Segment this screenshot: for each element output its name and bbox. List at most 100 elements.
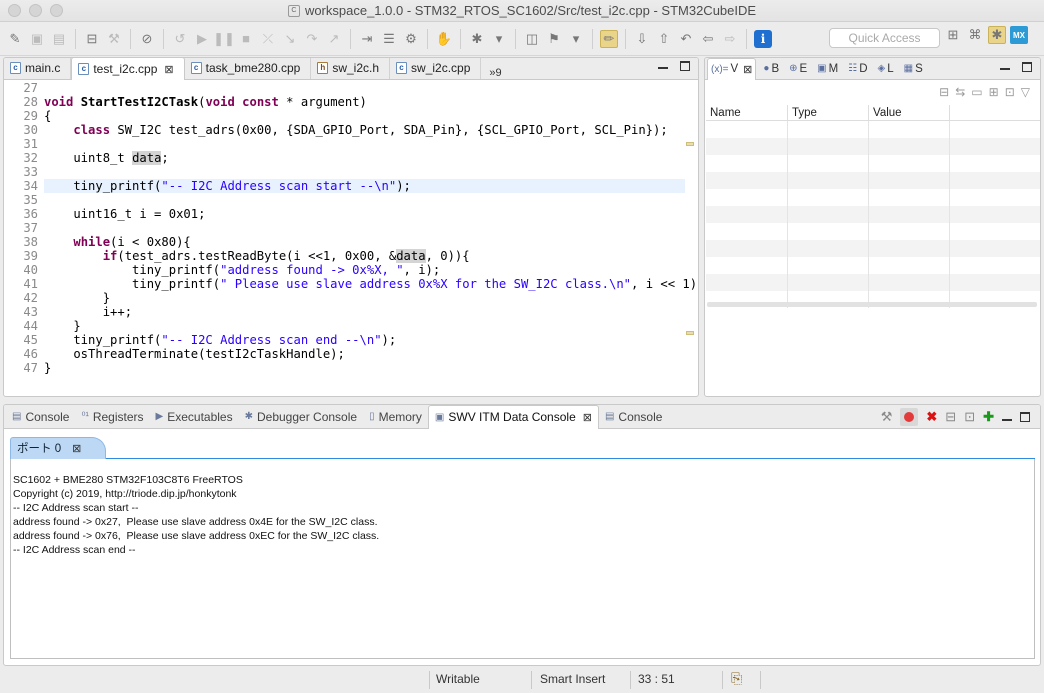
export-icon[interactable]: ⊟ [945,409,956,425]
maximize-icon[interactable] [1020,412,1030,422]
port-tab[interactable]: ポート 0 ⊠ [10,437,107,459]
close-icon[interactable]: ⊠ [743,63,752,76]
editor-tab-sw-i2c-h[interactable]: h sw_i2c.h [311,58,391,79]
cubemx-perspective-icon[interactable]: MX [1010,26,1028,44]
minimize-window-button[interactable] [29,4,42,17]
external-tools-dropdown-icon[interactable]: ▾ [567,30,585,48]
step-return-icon[interactable]: ↗ [325,30,343,48]
start-stop-trace-button[interactable] [900,408,919,426]
tab-console-2[interactable]: ▤ Console [599,405,668,429]
tab-overflow-button[interactable]: »9 [481,67,501,79]
binary-icon[interactable]: ⊟ [83,30,101,48]
line-number: 34 [23,179,38,193]
clear-icon[interactable]: ✖ [926,409,937,425]
step-over-icon[interactable]: ↷ [303,30,321,48]
save-icon[interactable]: ▣ [28,30,46,48]
open-perspective-icon[interactable]: ⊞ [944,26,962,44]
tab-disassembly[interactable]: ☷ D [845,63,870,75]
minimize-icon[interactable] [658,67,668,69]
tab-label: Memory [378,409,422,424]
instruction-step-icon[interactable]: ⇥ [358,30,376,48]
hand-icon[interactable]: ✋ [435,30,453,48]
line-number: 46 [23,347,38,361]
back-icon[interactable]: ⇦ [699,30,717,48]
resume-icon[interactable]: ▶ [193,30,211,48]
clipboard-icon[interactable]: ⎘ [731,670,742,687]
tab-executables[interactable]: ▶ Executables [150,405,239,429]
editor-tab-task-bme280[interactable]: c task_bme280.cpp [185,58,312,79]
next-annotation-icon[interactable]: ⇩ [633,30,651,48]
occurrence-marker[interactable] [686,142,694,146]
console-line: address found -> 0x76, Please use slave … [13,530,380,542]
restart-icon[interactable]: ↺ [171,30,189,48]
close-icon[interactable]: ⊠ [164,63,173,76]
tab-debugger-console[interactable]: ✱ Debugger Console [239,405,363,429]
maximize-icon[interactable] [1022,62,1032,72]
tab-sfrs[interactable]: ▦ S [901,63,926,75]
status-insert-mode[interactable]: Smart Insert [540,672,605,686]
itm-console-output[interactable]: SC1602 + BME280 STM32F103C8T6 FreeRTOS C… [10,459,1035,659]
close-icon[interactable]: ⊠ [583,411,592,424]
editor-tab-test-i2c[interactable]: c test_i2c.cpp ⊠ [71,58,185,80]
open-folder-icon[interactable]: ◫ [523,30,541,48]
console-line: -- I2C Address scan end -- [13,544,136,556]
new-icon[interactable]: ✎ [6,30,24,48]
remove-port-icon[interactable]: ⊡ [964,409,975,425]
configure-trace-icon[interactable]: ⚒ [881,409,893,425]
tab-console[interactable]: ▤ Console [6,405,75,429]
tab-registers[interactable]: ⁰¹ Registers [75,405,149,429]
tab-variables[interactable]: (x)= V ⊠ [707,58,757,80]
info-icon[interactable]: i [754,29,772,48]
collapse-icon[interactable]: ⊟ [939,85,949,99]
maximize-icon[interactable] [680,61,690,71]
occurrence-marker[interactable] [686,331,694,335]
tab-modules[interactable]: ▣ M [814,63,841,75]
step-into-icon[interactable]: ↘ [281,30,299,48]
debug-dropdown-icon[interactable]: ▾ [490,30,508,48]
new-view-icon[interactable]: ⊞ [989,85,999,99]
mark-occurrences-icon[interactable]: ✏ [600,29,618,48]
table-header: Name Type Value [706,105,1040,121]
editor-tab-main-c[interactable]: c main.c [4,58,72,79]
add-port-icon[interactable]: ✚ [983,409,994,425]
window-controls [8,4,63,17]
column-header-name[interactable]: Name [706,105,788,120]
suspend-icon[interactable]: ❚❚ [213,30,235,48]
tab-expressions[interactable]: ⊕ E [786,63,810,75]
minimize-icon[interactable] [1000,68,1010,70]
cpp-perspective-icon[interactable]: ⌘ [966,26,984,44]
view-menu-icon[interactable]: ▽ [1021,85,1030,99]
tab-memory[interactable]: ▯ Memory [363,405,428,429]
external-tools-icon[interactable]: ⚑ [545,30,563,48]
reset-icon[interactable]: ⚙ [402,30,420,48]
pin-icon[interactable]: ⊡ [1005,85,1015,99]
show-type-names-icon[interactable]: ⇆ [955,85,965,99]
tab-breakpoints[interactable]: ● B [760,63,782,75]
tab-swv-itm-data-console[interactable]: ▣ SWV ITM Data Console ⊠ [427,405,599,429]
zoom-window-button[interactable] [50,4,63,17]
horizontal-scrollbar[interactable] [707,302,1037,307]
column-header-value[interactable]: Value [869,105,950,120]
list-icon[interactable]: ☰ [380,30,398,48]
terminate-icon[interactable]: ■ [237,30,255,48]
build-icon[interactable]: ⚒ [105,30,123,48]
editor-tab-sw-i2c-cpp[interactable]: c sw_i2c.cpp [390,58,482,79]
last-edit-icon[interactable]: ↶ [677,30,695,48]
quick-access-input[interactable]: Quick Access [829,28,940,48]
debug-icon[interactable]: ✱ [468,30,486,48]
save-all-icon[interactable]: ▤ [50,30,68,48]
close-icon[interactable]: ⊠ [72,439,81,459]
layout-icon[interactable]: ▭ [971,85,982,99]
toolbar-separator [746,28,747,49]
close-window-button[interactable] [8,4,21,17]
column-header-type[interactable]: Type [788,105,869,120]
skip-breakpoints-icon[interactable]: ⊘ [138,30,156,48]
tab-live-expressions[interactable]: ◈ L [875,63,897,75]
minimize-icon[interactable] [1002,419,1012,421]
previous-annotation-icon[interactable]: ⇧ [655,30,673,48]
disconnect-icon[interactable]: ⤫ [259,30,277,48]
forward-icon[interactable]: ⇨ [721,30,739,48]
debug-perspective-icon[interactable]: ✱ [988,26,1006,44]
table-row [706,189,1040,206]
code-area[interactable]: 27 28 29 30 31 32 33 34 35 36 37 38 39 4… [4,81,698,396]
